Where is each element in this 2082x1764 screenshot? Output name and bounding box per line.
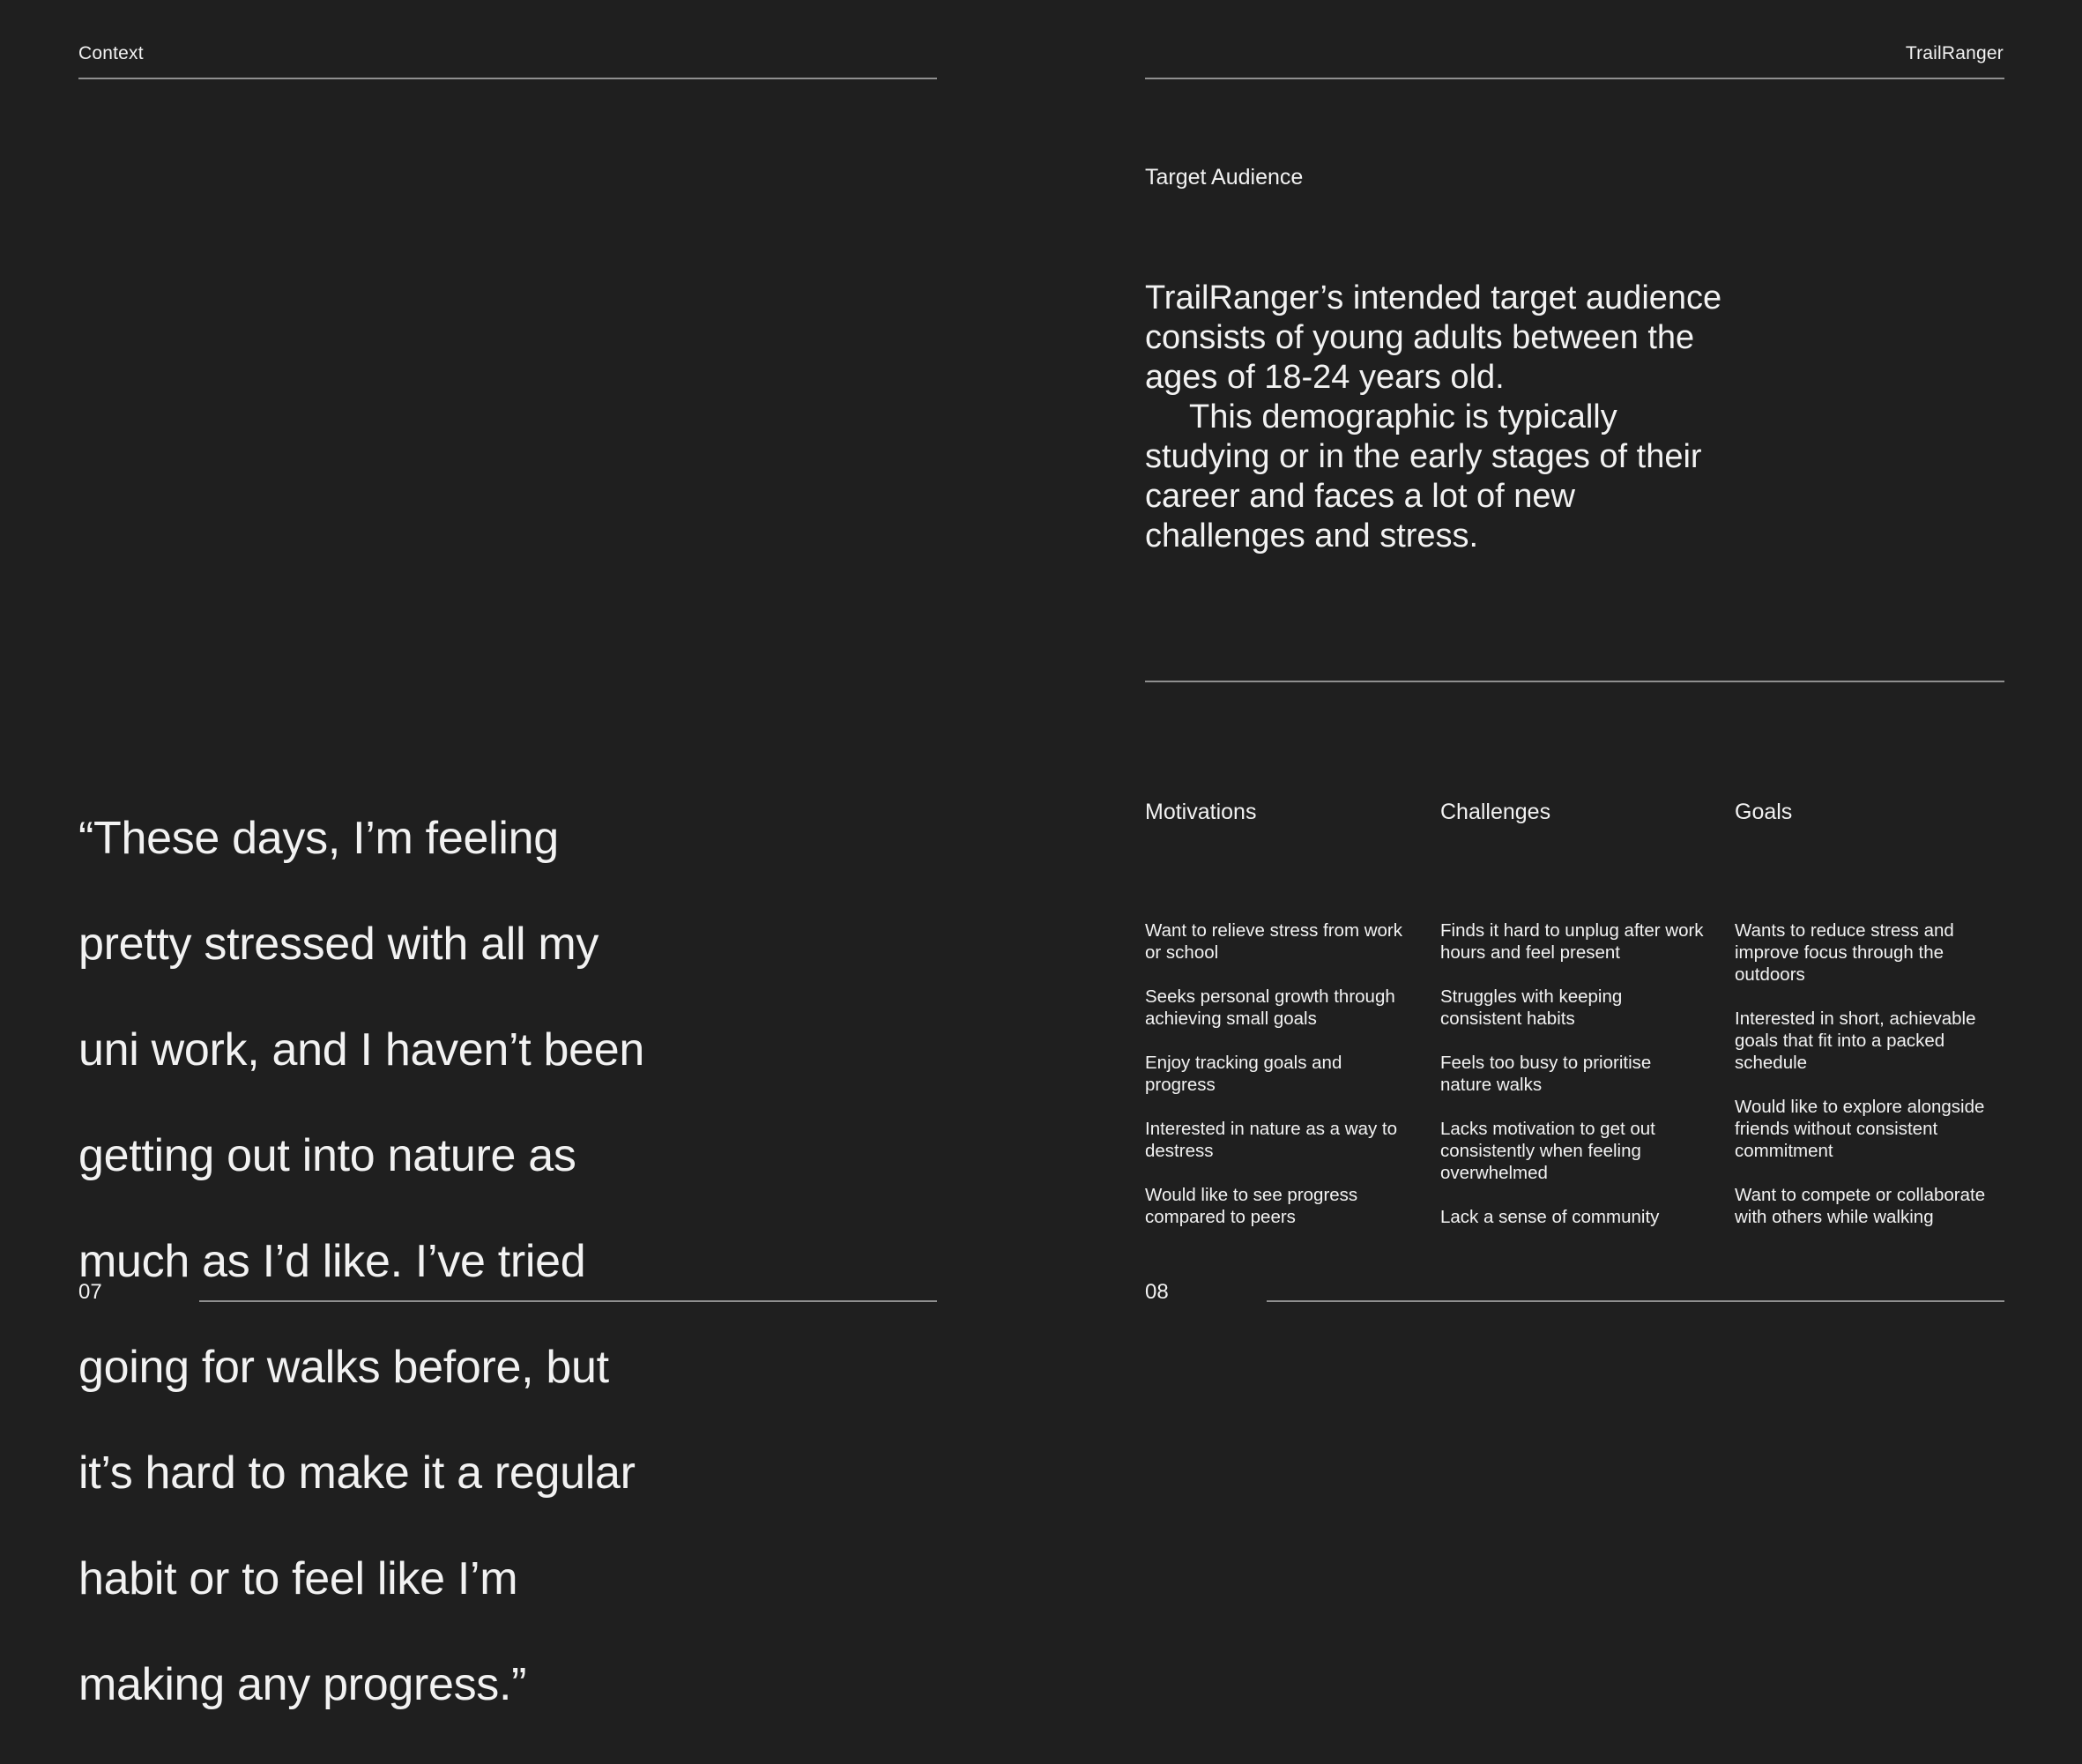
- right-page-header: TrailRanger: [1905, 43, 2004, 63]
- motivations-title: Motivations: [1145, 800, 1257, 824]
- left-header-divider: [78, 78, 937, 79]
- audience-description: TrailRanger’s intended target audience c…: [1145, 279, 1727, 556]
- quote-line: getting out into nature as: [78, 1130, 576, 1181]
- quote-line: “These days, I’m feeling: [78, 813, 559, 864]
- list-item: Would like to explore alongside friends …: [1735, 1097, 1985, 1161]
- quote-line: it’s hard to make it a regular: [78, 1448, 636, 1499]
- right-header-divider: [1145, 78, 2004, 79]
- left-footer-divider: [199, 1300, 937, 1302]
- list-item: Seeks personal growth through achieving …: [1145, 986, 1395, 1029]
- list-item: Lacks motivation to get out consistently…: [1440, 1119, 1655, 1183]
- right-page-number: 08: [1145, 1280, 1169, 1304]
- list-item: Interested in nature as a way to destres…: [1145, 1119, 1398, 1161]
- goals-list: Wants to reduce stress and improve focus…: [1735, 919, 1999, 1250]
- quote-line: much as I’d like. I’ve tried: [78, 1236, 586, 1287]
- challenges-title: Challenges: [1440, 800, 1551, 824]
- audience-paragraph: TrailRanger’s intended target audience c…: [1145, 279, 1722, 396]
- goals-title: Goals: [1735, 800, 1793, 824]
- list-item: Want to compete or collaborate with othe…: [1735, 1185, 1986, 1227]
- audience-paragraph: This demographic is typically studying o…: [1145, 398, 1702, 555]
- list-item: Finds it hard to unplug after work hours…: [1440, 920, 1704, 963]
- left-page-number: 07: [78, 1280, 102, 1304]
- quote-line: pretty stressed with all my: [78, 919, 599, 970]
- list-item: Would like to see progress compared to p…: [1145, 1185, 1358, 1227]
- testimonial-quote: “These days, I’m feeling pretty stressed…: [78, 759, 678, 1764]
- list-item: Enjoy tracking goals and progress: [1145, 1053, 1342, 1095]
- challenges-list: Finds it hard to unplug after work hours…: [1440, 919, 1705, 1250]
- right-footer-divider: [1267, 1300, 2004, 1302]
- motivations-list: Want to relieve stress from work or scho…: [1145, 919, 1409, 1250]
- quote-line: making any progress.”: [78, 1659, 527, 1710]
- quote-line: uni work, and I haven’t been: [78, 1024, 645, 1076]
- list-item: Want to relieve stress from work or scho…: [1145, 920, 1403, 963]
- list-item: Wants to reduce stress and improve focus…: [1735, 920, 1954, 985]
- quote-line: going for walks before, but: [78, 1342, 609, 1393]
- left-page-header: Context: [78, 43, 144, 63]
- list-item: Struggles with keeping consistent habits: [1440, 986, 1623, 1029]
- list-item: Lack a sense of community: [1440, 1207, 1660, 1227]
- list-item: Interested in short, achievable goals th…: [1735, 1009, 1976, 1073]
- list-item: Feels too busy to prioritise nature walk…: [1440, 1053, 1652, 1095]
- quote-line: habit or to feel like I’m: [78, 1553, 518, 1604]
- section-divider: [1145, 681, 2004, 682]
- section-title: Target Audience: [1145, 165, 1304, 190]
